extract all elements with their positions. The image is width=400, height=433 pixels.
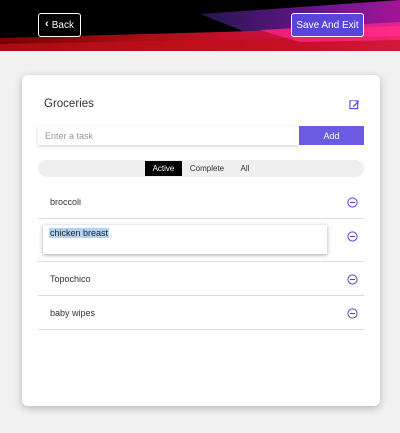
minus-circle-icon[interactable] xyxy=(347,231,358,242)
minus-circle-icon[interactable] xyxy=(347,197,358,208)
list-title: Groceries xyxy=(44,98,94,110)
minus-circle-icon[interactable] xyxy=(347,308,358,319)
list-item: baby wipes xyxy=(38,296,364,330)
list-card: Groceries Add Active Complete All brocco… xyxy=(22,75,380,406)
task-label[interactable]: baby wipes xyxy=(50,308,95,318)
tab-complete[interactable]: Complete xyxy=(186,161,228,176)
add-task-button[interactable]: Add xyxy=(299,126,364,145)
task-edit-text[interactable]: chicken breast xyxy=(49,228,110,238)
task-input[interactable] xyxy=(38,126,299,145)
edit-icon[interactable] xyxy=(349,99,360,110)
task-label[interactable]: broccoli xyxy=(50,197,81,207)
back-button-label: Back xyxy=(51,19,74,31)
list-item: Topochico xyxy=(38,262,364,296)
tab-all[interactable]: All xyxy=(235,161,255,176)
minus-circle-icon[interactable] xyxy=(347,274,358,285)
top-header: ‹ Back Save And Exit xyxy=(0,0,400,51)
chevron-left-icon: ‹ xyxy=(45,18,49,30)
task-label[interactable]: Topochico xyxy=(50,274,91,284)
tab-active[interactable]: Active xyxy=(145,161,182,176)
task-edit-field[interactable]: chicken breast xyxy=(43,225,327,254)
list-item: broccoli xyxy=(38,185,364,219)
back-button[interactable]: ‹ Back xyxy=(38,13,81,37)
save-and-exit-button[interactable]: Save And Exit xyxy=(291,13,364,37)
filter-tabs: Active Complete All xyxy=(38,160,364,177)
